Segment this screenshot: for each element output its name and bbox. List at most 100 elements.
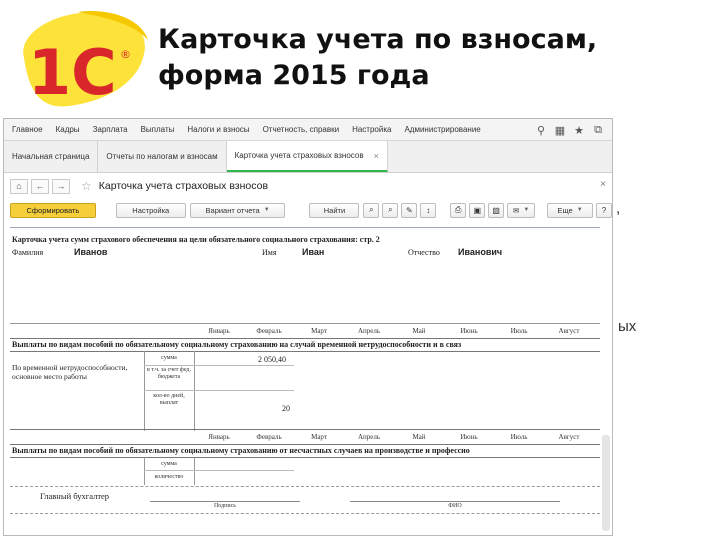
app-window: Главное Кадры Зарплата Выплаты Налоги и …	[3, 118, 613, 536]
report-toolbar: Сформировать Настройка Вариант отчета ▼ Н…	[4, 199, 612, 221]
first-name-label: Имя	[262, 248, 277, 257]
month-mar-2: Март	[311, 433, 327, 441]
sum-label: сумма	[161, 355, 177, 361]
slide-title: Карточка учета по взносам, форма 2015 го…	[158, 22, 638, 94]
tab-tax-reports-label: Отчеты по налогам и взносам	[106, 152, 218, 161]
section-2-bottom-rule	[10, 486, 600, 487]
favorites-star-icon[interactable]: ★	[571, 122, 587, 138]
month-apr: Апрель	[357, 327, 381, 335]
month-jun: Июнь	[460, 327, 478, 335]
tab-tax-reports[interactable]: Отчеты по налогам и взносам	[98, 141, 227, 172]
month-aug: Август	[558, 327, 580, 335]
more-chevron-icon: ▼	[576, 207, 583, 213]
help-button[interactable]: ?	[596, 202, 612, 218]
section-2-sum-label: сумма	[161, 461, 177, 467]
month-jun-2: Июнь	[460, 433, 478, 441]
months-row-2-rule	[10, 444, 600, 445]
months-row-1-rule	[10, 338, 600, 339]
month-jul: Июль	[510, 327, 528, 335]
search-icon[interactable]: ⚲	[533, 122, 549, 138]
patronymic-value: Иванович	[458, 247, 503, 257]
find-button[interactable]: Найти	[309, 202, 360, 218]
fio-line	[350, 501, 560, 502]
menu-settings[interactable]: Настройка	[352, 125, 391, 134]
forward-arrow-icon[interactable]: →	[52, 178, 70, 194]
days-count-label: кол-во дней, выплат	[153, 393, 185, 406]
find-next-icon[interactable]: ⌕	[363, 202, 380, 218]
history-icon[interactable]: ⧉	[590, 122, 606, 138]
print-icon[interactable]: ⎙	[450, 202, 467, 218]
section-1-divider-a	[144, 351, 145, 431]
month-jul-2: Июль	[510, 433, 528, 441]
section-2-divider-b	[194, 457, 195, 485]
menu-salary[interactable]: Зарплата	[93, 125, 128, 134]
report-variant-button[interactable]: Вариант отчета ▼	[189, 202, 286, 218]
federal-row-rule	[144, 390, 294, 391]
last-name-value: Иванов	[74, 247, 108, 257]
menu-admin[interactable]: Администрирование	[404, 125, 480, 134]
patronymic-label: Отчество	[408, 248, 440, 257]
report-heading: Карточка учета сумм страхового обеспечен…	[12, 235, 380, 244]
close-window-icon[interactable]: ×	[600, 179, 606, 190]
months-header-row-1: Январь Февраль Март Апрель Май Июнь Июль…	[10, 324, 600, 338]
report-variant-label: Вариант отчета	[205, 205, 260, 215]
menu-taxes[interactable]: Налоги и взносы	[187, 125, 249, 134]
background-text-comma: ,	[616, 200, 621, 217]
months-header-row-2: Январь Февраль Март Апрель Май Июнь Июль…	[10, 430, 600, 444]
1c-logo: 1С ®	[8, 6, 156, 118]
vertical-scrollbar[interactable]	[602, 435, 610, 531]
logo-text: 1С	[28, 36, 117, 109]
section-2-sum-rule	[144, 470, 294, 471]
more-button[interactable]: Еще ▼	[547, 202, 594, 218]
federal-budget-label: в т.ч. за счет фед. бюджета	[147, 367, 191, 380]
find-prev-icon[interactable]: ⌕	[382, 202, 399, 218]
first-name-value: Иван	[302, 247, 325, 257]
tab-contribution-card[interactable]: Карточка учета страховых взносов ×	[226, 141, 388, 172]
month-feb: Февраль	[256, 327, 282, 335]
more-label: Еще	[557, 205, 573, 215]
close-tab-icon[interactable]: ×	[374, 151, 379, 161]
section-2-divider-a	[144, 457, 145, 485]
report-sheet[interactable]: Карточка учета сумм страхового обеспечен…	[10, 227, 600, 533]
menu-reports[interactable]: Отчетность, справки	[263, 125, 340, 134]
chevron-down-icon: ▼	[263, 207, 270, 213]
section-2-rule	[10, 457, 600, 458]
signature-caption: Подпись	[213, 503, 237, 509]
fio-caption: ФИО	[448, 503, 462, 509]
main-menu-bar: Главное Кадры Зарплата Выплаты Налоги и …	[4, 119, 612, 141]
section-1-divider-b	[194, 351, 195, 431]
generate-button[interactable]: Сформировать	[10, 202, 96, 218]
signature-line	[150, 501, 300, 502]
month-may: Май	[412, 327, 426, 335]
slide-title-line1: Карточка учета по взносам,	[158, 24, 598, 55]
temporary-disability-row-label: По временной нетрудоспособности, основно…	[12, 363, 128, 381]
menu-payments[interactable]: Выплаты	[141, 125, 175, 134]
save-icon[interactable]: ▧	[488, 202, 505, 218]
tab-contribution-card-label: Карточка учета страховых взносов	[234, 151, 364, 160]
settings-button[interactable]: Настройка	[115, 202, 186, 218]
send-email-icon[interactable]: ✉ ▼	[507, 202, 536, 218]
window-nav-bar: ⌂ ← → ☆ Карточка учета страховых взносов…	[4, 173, 612, 199]
window-title: Карточка учета страховых взносов	[98, 180, 269, 192]
tab-home-label: Начальная страница	[12, 152, 90, 161]
menu-hr[interactable]: Кадры	[56, 125, 80, 134]
month-aug-2: Август	[558, 433, 580, 441]
tab-home[interactable]: Начальная страница	[4, 141, 99, 172]
decode-icon[interactable]: ✎	[401, 202, 418, 218]
month-jan: Январь	[208, 327, 230, 335]
sum-january-value: 2 050,40	[258, 355, 286, 364]
days-january-value: 20	[282, 404, 290, 413]
registered-mark: ®	[120, 48, 131, 61]
chief-accountant-label: Главный бухгалтер	[40, 491, 110, 501]
menu-main[interactable]: Главное	[12, 125, 43, 134]
month-jan-2: Январь	[208, 433, 230, 441]
favorite-star-icon[interactable]: ☆	[81, 179, 92, 193]
sheet-bottom-rule	[10, 513, 600, 514]
section-1-rule	[10, 351, 600, 352]
expand-icon[interactable]: ↕	[420, 202, 437, 218]
preview-icon[interactable]: ▣	[469, 202, 486, 218]
grid-menu-icon[interactable]: ▦	[552, 122, 568, 138]
back-arrow-icon[interactable]: ←	[31, 178, 49, 194]
slide-title-line2: форма 2015 года	[158, 60, 430, 91]
home-icon[interactable]: ⌂	[10, 178, 28, 194]
